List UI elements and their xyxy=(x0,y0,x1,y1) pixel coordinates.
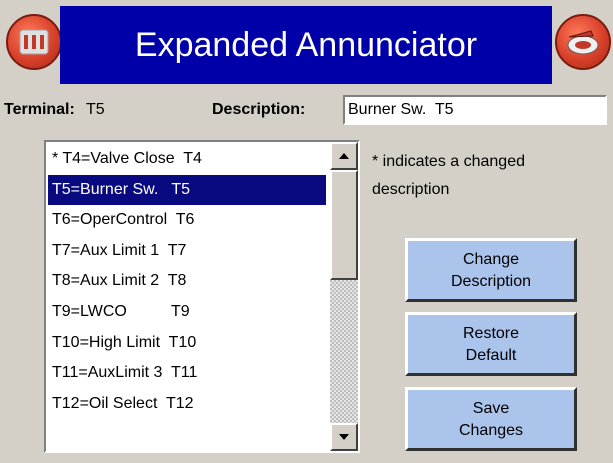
back-icon xyxy=(567,30,599,55)
changed-note: * indicates a changed description xyxy=(372,153,525,198)
description-field[interactable] xyxy=(343,95,607,125)
change-description-button[interactable]: Change Description xyxy=(405,238,577,302)
page-title: Expanded Annunciator xyxy=(60,6,552,84)
panel-button[interactable] xyxy=(6,14,62,70)
arrow-down-icon xyxy=(339,434,349,440)
scroll-thumb[interactable] xyxy=(330,170,358,280)
scroll-down-button[interactable] xyxy=(330,423,358,451)
list-item[interactable]: T9=LWCO T9 xyxy=(48,297,326,328)
list-item[interactable]: T11=AuxLimit 3 T11 xyxy=(48,358,326,389)
terminal-list[interactable]: * T4=Valve Close T4 T5=Burner Sw. T5 T6=… xyxy=(44,140,360,453)
scroll-up-button[interactable] xyxy=(330,142,358,170)
list-items: * T4=Valve Close T4 T5=Burner Sw. T5 T6=… xyxy=(48,144,326,419)
list-item[interactable]: * T4=Valve Close T4 xyxy=(48,144,326,175)
list-item[interactable]: T6=OperControl T6 xyxy=(48,205,326,236)
panel-icon xyxy=(19,29,49,55)
terminal-label: Terminal: xyxy=(4,101,75,118)
list-item[interactable]: T7=Aux Limit 1 T7 xyxy=(48,236,326,267)
terminal-value: T5 xyxy=(86,101,105,118)
list-item[interactable]: T12=Oil Select T12 xyxy=(48,389,326,420)
list-scrollbar[interactable] xyxy=(330,142,358,451)
restore-default-button[interactable]: Restore Default xyxy=(405,312,577,376)
save-changes-button[interactable]: Save Changes xyxy=(405,387,577,451)
list-item[interactable]: T10=High Limit T10 xyxy=(48,328,326,359)
arrow-up-icon xyxy=(339,153,349,159)
description-label: Description: xyxy=(212,101,306,118)
list-item[interactable]: T8=Aux Limit 2 T8 xyxy=(48,266,326,297)
header: Expanded Annunciator xyxy=(0,0,613,86)
back-button[interactable] xyxy=(555,14,611,70)
list-item-selected[interactable]: T5=Burner Sw. T5 xyxy=(48,174,326,206)
